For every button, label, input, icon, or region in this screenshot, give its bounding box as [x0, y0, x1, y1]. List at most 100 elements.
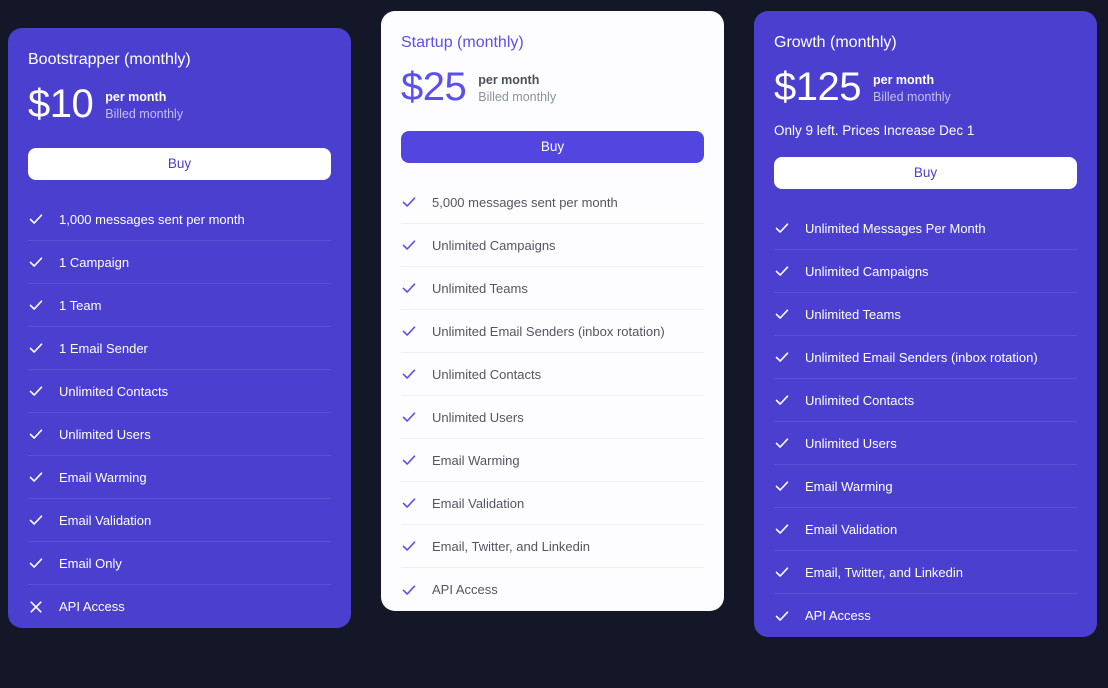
check-icon — [401, 409, 417, 425]
feature-row: Unlimited Users — [401, 396, 704, 439]
check-icon — [28, 555, 44, 571]
feature-label: Unlimited Users — [805, 435, 897, 451]
feature-label: Unlimited Contacts — [59, 383, 169, 399]
feature-row: Email Only — [28, 542, 331, 585]
feature-label: API Access — [805, 608, 871, 623]
feature-row: 5,000 messages sent per month — [401, 181, 704, 224]
feature-row: 1 Email Sender — [28, 327, 331, 370]
feature-label: Unlimited Users — [59, 426, 151, 442]
feature-label: 1 Campaign — [59, 254, 130, 270]
plan-price-period: per month — [872, 72, 935, 87]
check-icon — [28, 254, 44, 270]
feature-row: Email Validation — [28, 499, 331, 542]
check-icon — [774, 435, 790, 451]
check-icon — [401, 538, 417, 554]
feature-label: Email Warming — [59, 469, 147, 485]
feature-row: Unlimited Messages Per Month — [774, 207, 1077, 250]
plan-price-line: $10 per month Billed monthly — [28, 80, 331, 128]
plan-price-meta: per month Billed monthly — [873, 69, 951, 106]
check-icon — [401, 323, 417, 339]
check-icon — [401, 582, 417, 598]
feature-label: Unlimited Contacts — [805, 392, 915, 408]
check-icon — [28, 211, 44, 227]
feature-row: Email, Twitter, and Linkedin — [401, 525, 704, 568]
check-icon — [401, 495, 417, 511]
feature-label: Unlimited Users — [432, 409, 524, 425]
feature-label: Email Validation — [805, 521, 898, 537]
buy-button[interactable]: Buy — [401, 131, 704, 163]
check-icon — [401, 237, 417, 253]
pricing-plans-grid: Bootstrapper (monthly) $10 per month Billed… — [0, 0, 1108, 688]
feature-row: Unlimited Users — [28, 413, 331, 456]
plan-feature-list: 1,000 messages sent per month 1 Campaign 1… — [28, 198, 331, 628]
feature-label: API Access — [59, 599, 125, 614]
feature-label: Unlimited Contacts — [432, 366, 542, 382]
feature-label: 5,000 messages sent per month — [432, 194, 618, 210]
plan-price: $10 — [28, 82, 94, 126]
feature-row: Email Warming — [28, 456, 331, 499]
buy-button[interactable]: Buy — [774, 157, 1077, 189]
buy-button[interactable]: Buy — [28, 148, 331, 180]
plan-price: $25 — [401, 65, 467, 109]
feature-row: Unlimited Email Senders (inbox rotation) — [774, 336, 1077, 379]
check-icon — [774, 220, 790, 236]
check-icon — [774, 349, 790, 365]
feature-row: Unlimited Teams — [774, 293, 1077, 336]
feature-row: Unlimited Campaigns — [774, 250, 1077, 293]
feature-row: 1 Team — [28, 284, 331, 327]
plan-card: Startup (monthly) $25 per month Billed mont… — [381, 11, 724, 611]
feature-row: Unlimited Email Senders (inbox rotation) — [401, 310, 704, 353]
plan-billing-note: Billed monthly — [105, 106, 184, 121]
plan-price-meta: per month Billed monthly — [105, 86, 183, 123]
plan-price-line: $125 per month Billed monthly — [774, 63, 1077, 111]
plan-billing-note: Billed monthly — [872, 89, 951, 104]
check-icon — [774, 478, 790, 494]
feature-label: 1 Team — [59, 297, 102, 313]
feature-row: Unlimited Users — [774, 422, 1077, 465]
feature-label: Email Only — [59, 555, 122, 571]
feature-row: Unlimited Contacts — [401, 353, 704, 396]
feature-row: API Access — [774, 594, 1077, 637]
check-icon — [774, 564, 790, 580]
check-icon — [28, 512, 44, 528]
check-icon — [401, 452, 417, 468]
feature-label: 1,000 messages sent per month — [59, 211, 245, 227]
plan-billing-note: Billed monthly — [478, 89, 557, 104]
plan-price-period: per month — [478, 72, 540, 87]
plan-card: Bootstrapper (monthly) $10 per month Billed… — [8, 28, 351, 628]
plan-feature-list: 5,000 messages sent per month Unlimited C… — [401, 181, 704, 611]
feature-row: API Access — [28, 585, 331, 628]
check-icon — [774, 263, 790, 279]
plan-name: Startup (monthly) — [401, 34, 524, 51]
feature-label: Unlimited Messages Per Month — [805, 220, 986, 236]
feature-label: Email, Twitter, and Linkedin — [432, 538, 591, 554]
plan-price-meta: per month Billed monthly — [478, 69, 556, 106]
feature-label: Unlimited Teams — [432, 280, 528, 296]
feature-row: Email Validation — [774, 508, 1077, 551]
feature-label: Email Validation — [59, 512, 152, 528]
check-icon — [401, 194, 417, 210]
check-icon — [774, 392, 790, 408]
check-icon — [28, 469, 44, 485]
feature-row: Email Validation — [401, 482, 704, 525]
check-icon — [774, 608, 790, 624]
feature-row: Unlimited Teams — [401, 267, 704, 310]
feature-label: Unlimited Email Senders (inbox rotation) — [432, 323, 665, 339]
x-icon — [28, 599, 44, 615]
check-icon — [401, 280, 417, 296]
feature-row: 1 Campaign — [28, 241, 331, 284]
plan-scarcity-note: Only 9 left. Prices Increase Dec 1 — [774, 123, 975, 138]
feature-label: Unlimited Campaigns — [432, 237, 556, 253]
plan-name: Growth (monthly) — [774, 34, 897, 51]
check-icon — [28, 340, 44, 356]
feature-row: Unlimited Contacts — [774, 379, 1077, 422]
feature-row: Email, Twitter, and Linkedin — [774, 551, 1077, 594]
check-icon — [774, 521, 790, 537]
check-icon — [28, 383, 44, 399]
feature-label: API Access — [432, 582, 498, 597]
feature-label: Unlimited Teams — [805, 306, 901, 322]
feature-label: Email Validation — [432, 495, 525, 511]
feature-row: 1,000 messages sent per month — [28, 198, 331, 241]
check-icon — [774, 306, 790, 322]
feature-row: Unlimited Campaigns — [401, 224, 704, 267]
